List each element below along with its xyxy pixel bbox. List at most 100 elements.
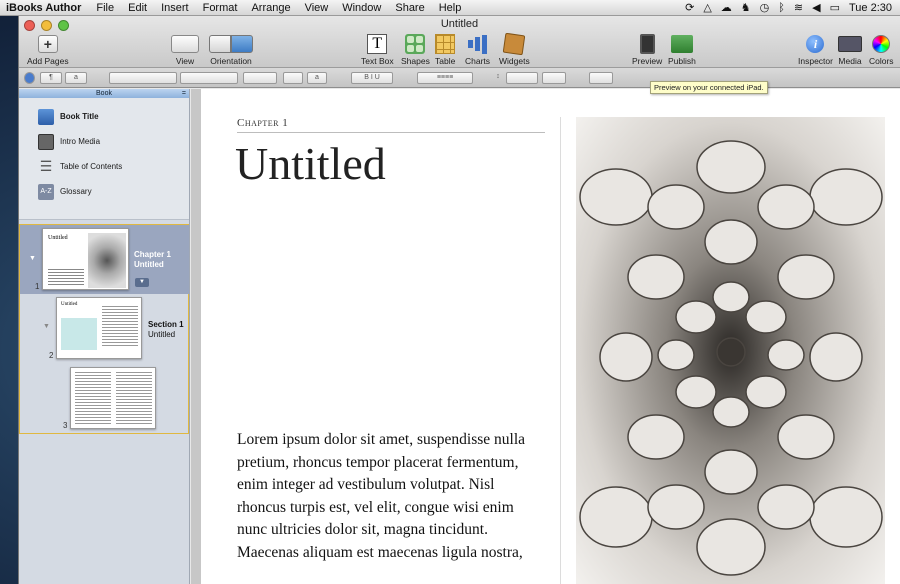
orientation-label: Orientation — [210, 56, 252, 66]
sidebar-item-label: Glossary — [60, 187, 92, 196]
line-spacing-popup[interactable] — [506, 72, 538, 84]
body-text[interactable]: Lorem ipsum dolor sit amet, suspendisse … — [237, 429, 547, 564]
character-style-popup[interactable]: a — [65, 72, 87, 84]
columns-popup[interactable] — [542, 72, 566, 84]
preview-tooltip: Preview on your connected iPad. — [650, 81, 768, 94]
page-canvas: Chapter 1 Untitled Lorem ipsum dolor sit… — [191, 89, 900, 584]
menu-format[interactable]: Format — [196, 2, 245, 14]
book-page[interactable]: Chapter 1 Untitled Lorem ipsum dolor sit… — [201, 89, 900, 584]
bluetooth-icon[interactable]: ᛒ — [778, 0, 785, 16]
shapes-label: Shapes — [401, 56, 430, 66]
window-title: Untitled — [440, 18, 479, 30]
sync-icon[interactable]: ⟳ — [685, 0, 694, 16]
menu-view[interactable]: View — [298, 2, 336, 14]
drive-icon[interactable]: △ — [703, 0, 711, 16]
text-color-well[interactable] — [283, 72, 303, 84]
menu-bar: iBooks Author File Edit Insert Format Ar… — [0, 0, 900, 16]
menu-share[interactable]: Share — [388, 2, 431, 14]
view-icon — [171, 35, 199, 53]
thumb-line1: Chapter 1 — [134, 250, 171, 259]
view-button[interactable]: View — [171, 34, 199, 66]
menu-clock[interactable]: Tue 2:30 — [849, 2, 892, 14]
wifi-icon[interactable]: ≋ — [794, 0, 803, 16]
list-icon: ☰ — [39, 158, 53, 174]
plus-icon: + — [37, 35, 58, 53]
sidebar-item-intro-media[interactable]: Intro Media — [19, 129, 189, 154]
inspector-button[interactable]: i Inspector — [798, 34, 833, 66]
thumbnail-page-2[interactable]: Untitled — [56, 297, 142, 359]
flower-image[interactable] — [576, 117, 885, 584]
publish-button[interactable]: Publish — [668, 34, 696, 66]
menu-insert[interactable]: Insert — [154, 2, 196, 14]
media-icon — [838, 36, 862, 52]
book-icon — [38, 108, 54, 125]
add-pages-label: Add Pages — [27, 56, 69, 66]
thumb-body-lines — [75, 372, 111, 426]
widgets-button[interactable]: Widgets — [499, 32, 530, 66]
sidebar-resize-icon[interactable]: = — [182, 89, 186, 98]
charts-label: Charts — [465, 56, 491, 66]
sidebar-item-book-title[interactable]: Book Title — [19, 104, 189, 129]
font-family-popup[interactable] — [109, 72, 177, 84]
book-sections: Book Title Intro Media ☰ Table of Conten… — [19, 98, 189, 220]
widgets-label: Widgets — [499, 56, 530, 66]
section-disclosure-triangle-icon[interactable]: ▼ — [43, 323, 50, 330]
sidebar-item-label: Intro Media — [60, 137, 101, 146]
portrait-orientation-icon[interactable] — [209, 35, 231, 53]
bold-italic-underline-buttons[interactable]: B I U — [351, 72, 393, 84]
list-style-popup[interactable] — [589, 72, 613, 84]
thumbnail-2-label: Section 1 Untitled — [148, 320, 184, 340]
colors-label: Colors — [869, 56, 894, 66]
menu-file[interactable]: File — [89, 2, 121, 14]
table-button[interactable]: Table — [435, 34, 455, 66]
view-label: View — [175, 56, 195, 66]
colors-button[interactable]: Colors — [869, 34, 894, 66]
table-label: Table — [435, 56, 456, 66]
paragraph-style-popup[interactable]: ¶ — [40, 72, 62, 84]
cloud-icon[interactable]: ☁ — [721, 0, 732, 16]
style-drawer-toggle[interactable] — [24, 72, 35, 84]
shapes-button[interactable]: Shapes — [401, 34, 430, 66]
menu-edit[interactable]: Edit — [121, 2, 154, 14]
format-bar: ¶ a a B I U ≡≡≡≡ ↕ — [19, 68, 900, 88]
thumbnail-page-1[interactable]: Untitled — [42, 228, 129, 290]
orientation-control[interactable]: Orientation — [209, 34, 253, 66]
menu-arrange[interactable]: Arrange — [244, 2, 297, 14]
sidebar-item-glossary[interactable]: A-Z Glossary — [19, 179, 189, 204]
media-button[interactable]: Media — [838, 34, 862, 66]
menu-help[interactable]: Help — [432, 2, 469, 14]
app-menu[interactable]: iBooks Author — [0, 2, 89, 14]
chapter-disclosure-triangle-icon[interactable]: ▼ — [29, 255, 36, 262]
charts-button[interactable]: Charts — [465, 34, 490, 66]
thumb-line1: Section 1 — [148, 320, 184, 329]
chapter-title[interactable]: Untitled — [235, 137, 386, 190]
landscape-orientation-icon[interactable] — [231, 35, 253, 53]
alignment-buttons[interactable]: ≡≡≡≡ — [417, 72, 473, 84]
time-machine-icon[interactable]: ◷ — [760, 0, 770, 16]
add-pages-button[interactable]: + Add Pages — [27, 34, 69, 66]
text-box-icon: T — [367, 34, 388, 54]
preview-label: Preview — [632, 56, 663, 66]
sidebar-item-table-of-contents[interactable]: ☰ Table of Contents — [19, 154, 189, 179]
evernote-icon[interactable]: ♞ — [741, 0, 751, 16]
menu-window[interactable]: Window — [335, 2, 388, 14]
preview-button[interactable]: Preview — [632, 34, 662, 66]
battery-icon[interactable]: ▭ — [830, 0, 840, 16]
sidebar-item-label: Table of Contents — [60, 162, 123, 171]
thumb-line2: Untitled — [148, 330, 176, 339]
charts-icon — [468, 34, 488, 54]
page-number: 1 — [35, 282, 40, 291]
publish-label: Publish — [668, 56, 696, 66]
chapter-menu-arrow-icon[interactable]: ▼ — [135, 278, 149, 287]
page-number: 2 — [49, 351, 54, 360]
volume-icon[interactable]: ◀ — [812, 0, 820, 16]
chapter-label[interactable]: Chapter 1 — [237, 117, 545, 133]
inspector-label: Inspector — [798, 56, 833, 66]
font-size-field[interactable] — [243, 72, 277, 84]
thumb-line2: Untitled — [134, 260, 164, 269]
thumbnail-page-3[interactable] — [70, 367, 156, 429]
text-box-button[interactable]: T Text Box — [361, 34, 394, 66]
info-icon: i — [806, 35, 825, 53]
text-background-color-well[interactable]: a — [307, 72, 327, 84]
font-typeface-popup[interactable] — [180, 72, 238, 84]
